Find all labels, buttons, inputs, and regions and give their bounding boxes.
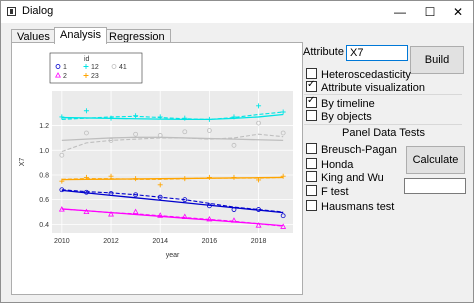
checkbox-box (306, 95, 317, 108)
checkbox-label: Hausmans test (321, 201, 395, 213)
checkbox-label: King and Wu (321, 172, 384, 184)
x-axis-label: year (166, 252, 180, 259)
checkbox-box (306, 200, 317, 211)
attribute-visualization-checkbox[interactable]: Attribute visualization (306, 79, 425, 94)
dialog-window: Dialog — ☐ ✕ Values Analysis Regression … (0, 0, 474, 303)
checkbox-label: Breusch-Pagan (321, 144, 397, 156)
honda-checkbox[interactable]: Honda (306, 158, 353, 171)
separator (304, 124, 462, 125)
window-title: Dialog (22, 5, 54, 17)
separator (304, 94, 462, 95)
checkbox-label: By objects (321, 111, 372, 123)
x-tick-label: 2012 (103, 238, 119, 245)
attribute-label: Attribute (303, 46, 344, 58)
plot-background (52, 91, 293, 233)
checkbox-box (306, 68, 317, 79)
title-bar: Dialog — ☐ ✕ (1, 1, 473, 23)
y-tick-label: 0.6 (39, 197, 49, 204)
king-and-wu-checkbox[interactable]: King and Wu (306, 171, 384, 184)
analysis-panel: 2010 2012 2014 2016 2018 0.4 0.6 0.8 1.0 1.2 year X… (11, 42, 303, 295)
legend-label: 12 (91, 64, 99, 71)
checkbox-box (306, 110, 317, 121)
minimize-button[interactable]: — (385, 1, 415, 23)
f-test-checkbox[interactable]: F test (306, 185, 349, 198)
legend-label: 2 (63, 73, 67, 80)
checkbox-label: F test (321, 186, 349, 198)
checkbox-label: Heteroscedasticity (321, 69, 411, 81)
y-tick-label: 0.4 (39, 222, 49, 229)
test-result-field[interactable] (404, 178, 466, 194)
tab-analysis[interactable]: Analysis (54, 27, 107, 44)
panel-tests-heading: Panel Data Tests (342, 127, 425, 139)
breusch-pagan-checkbox[interactable]: Breusch-Pagan (306, 143, 397, 156)
maximize-button[interactable]: ☐ (415, 1, 445, 23)
heteroscedasticity-checkbox[interactable]: Heteroscedasticity (306, 68, 411, 81)
legend-label: 1 (63, 64, 67, 71)
checkbox-label: By timeline (321, 98, 375, 110)
checkbox-box (306, 158, 317, 169)
y-axis-label: X7 (19, 158, 26, 167)
x-tick-label: 2018 (251, 238, 267, 245)
build-button[interactable]: Build (410, 46, 464, 74)
checkbox-label: Honda (321, 159, 354, 171)
checkbox-label: Attribute visualization (321, 82, 425, 94)
by-timeline-checkbox[interactable]: By timeline (306, 95, 375, 110)
y-tick-label: 0.8 (39, 172, 49, 179)
legend-title: id (84, 56, 90, 63)
calculate-button[interactable]: Calculate (406, 146, 465, 174)
x7-timeline-chart: 2010 2012 2014 2016 2018 0.4 0.6 0.8 1.0 1.2 year X… (19, 52, 293, 259)
attribute-input[interactable]: X7 (346, 45, 408, 61)
app-icon (7, 7, 16, 16)
checkbox-box (306, 185, 317, 196)
legend-label: 23 (91, 73, 99, 80)
x-tick-label: 2016 (202, 238, 218, 245)
x-tick-label: 2010 (54, 238, 70, 245)
hausmans-test-checkbox[interactable]: Hausmans test (306, 200, 394, 213)
x-tick-label: 2014 (152, 238, 168, 245)
y-tick-label: 1.0 (39, 148, 49, 155)
checkbox-box (306, 171, 317, 182)
y-tick-label: 1.2 (39, 123, 49, 130)
checkbox-box (306, 143, 317, 154)
by-objects-checkbox[interactable]: By objects (306, 110, 372, 123)
legend-label: 41 (119, 64, 127, 71)
checkbox-box (306, 79, 317, 92)
close-button[interactable]: ✕ (443, 1, 473, 23)
